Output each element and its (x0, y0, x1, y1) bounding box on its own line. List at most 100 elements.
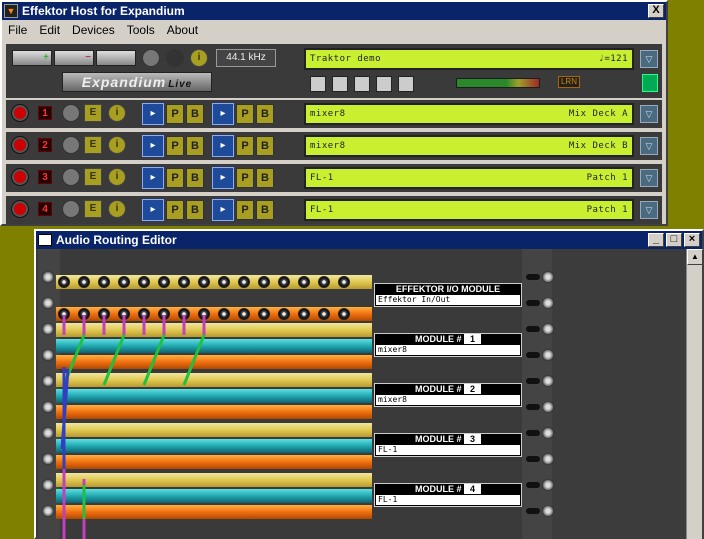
preset-button[interactable]: P (236, 136, 254, 156)
edit-button[interactable]: E (84, 104, 102, 122)
midi-icon[interactable] (62, 136, 80, 154)
project-dropdown-button[interactable]: ▽ (640, 50, 658, 68)
preset-button[interactable]: P (166, 168, 184, 188)
record-button[interactable] (12, 137, 28, 153)
wand-icon[interactable] (166, 49, 184, 67)
channel-dropdown-button[interactable]: ▽ (640, 201, 658, 219)
project-name: Traktor demo (310, 54, 382, 64)
main-window: ▼ Effektor Host for Expandium X File Edi… (0, 0, 668, 226)
midi-icon[interactable] (142, 49, 160, 67)
rack-slot (526, 352, 540, 358)
channel-row: 1 E i ▸ P B ▸ P B mixer8 Mix Deck A ▽ (6, 100, 662, 128)
save-preset-icon[interactable]: ▸ (212, 199, 234, 221)
channel-number: 3 (38, 170, 52, 184)
channel-dropdown-button[interactable]: ▽ (640, 137, 658, 155)
patch-cables (60, 315, 206, 539)
record-button[interactable] (12, 105, 28, 121)
right-rail (522, 249, 552, 539)
edit-button[interactable]: E (84, 168, 102, 186)
preset-button[interactable]: P (236, 168, 254, 188)
maximize-button[interactable]: □ (666, 233, 682, 247)
ab-toggle-icon[interactable] (642, 74, 658, 92)
minimize-button[interactable]: _ (648, 233, 664, 247)
bank-button[interactable]: B (256, 200, 274, 220)
info-icon[interactable]: i (190, 49, 208, 67)
bank-button[interactable]: B (186, 168, 204, 188)
rack-screw (542, 479, 554, 491)
add-module-button[interactable]: + (12, 50, 52, 66)
preset-button[interactable]: P (166, 200, 184, 220)
save-preset-icon[interactable]: ▸ (212, 103, 234, 125)
channel-display[interactable]: FL-1 Patch 1 (304, 167, 634, 189)
level-meter (456, 78, 540, 88)
vertical-scrollbar[interactable]: ▲ (686, 249, 703, 539)
edit-button[interactable]: E (84, 136, 102, 154)
menu-bar: File Edit Devices Tools About (2, 20, 666, 40)
close-routing-button[interactable]: × (684, 233, 700, 247)
record-button[interactable] (12, 201, 28, 217)
save-preset-icon[interactable]: ▸ (212, 135, 234, 157)
save-preset-icon[interactable]: ▸ (212, 167, 234, 189)
rack-screw (542, 401, 554, 413)
menu-about[interactable]: About (161, 23, 204, 37)
import-icon[interactable] (354, 76, 370, 92)
preset-button[interactable]: P (236, 200, 254, 220)
main-titlebar[interactable]: ▼ Effektor Host for Expandium X (2, 2, 666, 20)
menu-devices[interactable]: Devices (66, 23, 121, 37)
module-option-button[interactable] (96, 50, 136, 66)
close-button[interactable]: X (648, 4, 664, 18)
channel-display[interactable]: mixer8 Mix Deck A (304, 103, 634, 125)
lrn-button[interactable]: LRN (558, 76, 580, 88)
midi-icon[interactable] (62, 200, 80, 218)
window-title: Effektor Host for Expandium (22, 4, 185, 18)
menu-file[interactable]: File (2, 23, 33, 37)
host-control-panel: + − i 44.1 kHz Expandium Live Traktor dem… (6, 44, 662, 98)
cable (182, 334, 206, 386)
channel-dropdown-button[interactable]: ▽ (640, 169, 658, 187)
scroll-up-button[interactable]: ▲ (687, 249, 703, 265)
edit-button[interactable]: E (84, 200, 102, 218)
bank-button[interactable]: B (186, 104, 204, 124)
menu-edit[interactable]: Edit (33, 23, 66, 37)
menu-tools[interactable]: Tools (121, 23, 161, 37)
remove-module-button[interactable]: − (54, 50, 94, 66)
info-button[interactable]: i (108, 200, 126, 218)
routing-titlebar[interactable]: Audio Routing Editor _ □ × (36, 231, 702, 249)
bank-button[interactable]: B (186, 136, 204, 156)
info-button[interactable]: i (108, 168, 126, 186)
module-label: MODULE # 1 mixer8 (374, 333, 522, 357)
channel-display[interactable]: FL-1 Patch 1 (304, 199, 634, 221)
rack-slot (526, 378, 540, 384)
midi-icon[interactable] (62, 168, 80, 186)
midi-icon[interactable] (62, 104, 80, 122)
record-button[interactable] (12, 169, 28, 185)
save-icon[interactable] (376, 76, 392, 92)
info-button[interactable]: i (108, 136, 126, 154)
bank-button[interactable]: B (256, 136, 274, 156)
project-display[interactable]: Traktor demo ♩=121 (304, 48, 634, 70)
preset-button[interactable]: P (166, 104, 184, 124)
load-preset-icon[interactable]: ▸ (142, 199, 164, 221)
module-label: MODULE # 2 mixer8 (374, 383, 522, 407)
rack-slot (526, 482, 540, 488)
channel-display[interactable]: mixer8 Mix Deck B (304, 135, 634, 157)
open-file-icon[interactable] (332, 76, 348, 92)
load-preset-icon[interactable]: ▸ (142, 167, 164, 189)
module-name: mixer8 (310, 141, 346, 151)
bank-button[interactable]: B (256, 168, 274, 188)
channel-dropdown-button[interactable]: ▽ (640, 105, 658, 123)
bank-button[interactable]: B (256, 104, 274, 124)
channel-row: 4 E i ▸ P B ▸ P B FL-1 Patch 1 ▽ (6, 196, 662, 224)
load-preset-icon[interactable]: ▸ (142, 135, 164, 157)
expandium-logo: Expandium Live (62, 72, 212, 92)
channel-number: 4 (38, 202, 52, 216)
load-preset-icon[interactable]: ▸ (142, 103, 164, 125)
bank-button[interactable]: B (186, 200, 204, 220)
rack-screw (542, 427, 554, 439)
save-as-icon[interactable] (398, 76, 414, 92)
new-file-icon[interactable] (310, 76, 326, 92)
rack-screw (542, 323, 554, 335)
preset-button[interactable]: P (236, 104, 254, 124)
info-button[interactable]: i (108, 104, 126, 122)
preset-button[interactable]: P (166, 136, 184, 156)
